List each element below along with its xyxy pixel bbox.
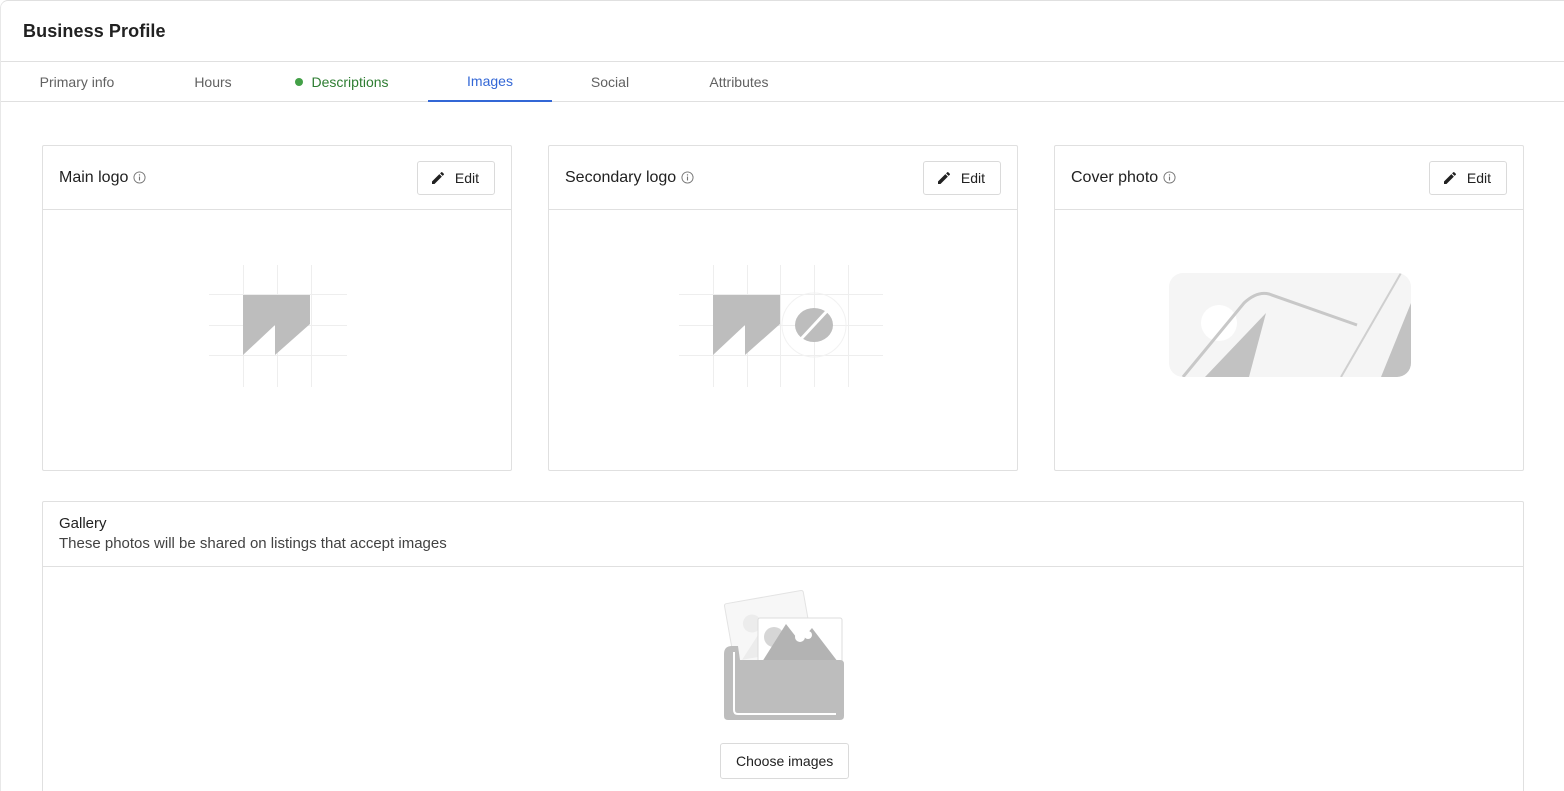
gallery-title: Gallery xyxy=(59,515,107,532)
tab-attributes[interactable]: Attributes xyxy=(689,62,789,102)
edit-label: Edit xyxy=(454,169,479,186)
page-title: Business Profile xyxy=(23,20,166,41)
card-body xyxy=(1055,210,1523,470)
tab-label: Primary info xyxy=(39,74,115,90)
tab-images[interactable]: Images xyxy=(428,62,552,102)
gallery-subtitle: These photos will be shared on listings … xyxy=(59,535,447,552)
card-title: Cover photo xyxy=(1071,168,1159,186)
info-icon[interactable] xyxy=(133,171,146,184)
main-logo-card: Main logo Edit xyxy=(42,145,512,471)
tab-label: Descriptions xyxy=(311,74,389,90)
pencil-icon xyxy=(1443,171,1456,184)
tab-hours[interactable]: Hours xyxy=(173,62,253,102)
card-title: Main logo xyxy=(59,168,129,186)
info-icon[interactable] xyxy=(1163,171,1176,184)
edit-main-logo-button[interactable]: Edit xyxy=(416,160,495,195)
card-header: Secondary logo Edit xyxy=(549,146,1017,210)
tab-label: Social xyxy=(590,74,630,90)
complete-status-dot-icon xyxy=(295,78,304,86)
photo-folder-icon xyxy=(723,589,844,720)
tab-bar: Primary info Hours Descriptions Images S… xyxy=(1,62,1564,102)
card-header: Cover photo Edit xyxy=(1055,146,1523,210)
page-header: Business Profile xyxy=(1,1,1564,62)
secondary-logo-placeholder-icon xyxy=(679,265,883,387)
edit-label: Edit xyxy=(960,169,985,186)
edit-secondary-logo-button[interactable]: Edit xyxy=(922,160,1001,195)
secondary-logo-card: Secondary logo Edit xyxy=(548,145,1018,471)
card-title: Secondary logo xyxy=(565,168,677,186)
tab-label: Attributes xyxy=(709,74,769,90)
tab-descriptions[interactable]: Descriptions xyxy=(284,62,400,102)
cover-photo-placeholder-icon xyxy=(1169,273,1411,377)
gallery-card: Gallery These photos will be shared on l… xyxy=(42,501,1524,791)
card-body xyxy=(549,210,1017,470)
card-header: Main logo Edit xyxy=(43,146,511,210)
card-title-wrap: Main logo xyxy=(59,169,146,187)
business-profile-page: Business Profile Primary info Hours Desc… xyxy=(0,0,1564,791)
tab-label: Images xyxy=(467,73,513,89)
gallery-header: Gallery These photos will be shared on l… xyxy=(43,502,1523,567)
cover-photo-card: Cover photo Edit xyxy=(1054,145,1524,471)
tab-label: Hours xyxy=(194,74,232,90)
logo-placeholder-icon xyxy=(209,265,347,387)
card-title-wrap: Cover photo xyxy=(1071,169,1176,187)
card-title-wrap: Secondary logo xyxy=(565,169,694,187)
edit-label: Edit xyxy=(1466,169,1491,186)
choose-images-button[interactable]: Choose images xyxy=(720,743,850,779)
info-icon[interactable] xyxy=(681,171,694,184)
card-body xyxy=(43,210,511,470)
pencil-icon xyxy=(937,171,950,184)
tab-primary-info[interactable]: Primary info xyxy=(23,62,131,102)
edit-cover-photo-button[interactable]: Edit xyxy=(1428,160,1507,195)
pencil-icon xyxy=(431,171,444,184)
tab-social[interactable]: Social xyxy=(571,62,649,102)
